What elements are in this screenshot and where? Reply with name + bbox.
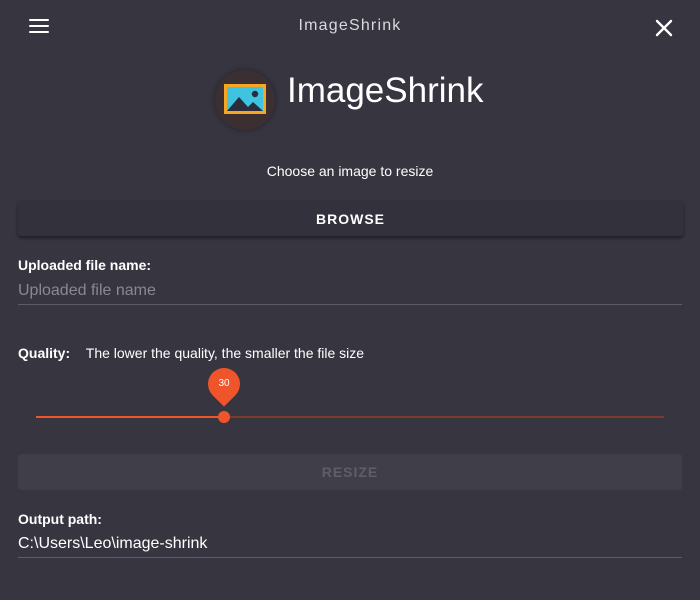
slider-value-label: 30 bbox=[201, 361, 247, 407]
app-window: ImageShrink ImageShrink Choose an image … bbox=[0, 0, 700, 600]
uploaded-file-name-field[interactable] bbox=[18, 278, 682, 305]
close-icon[interactable] bbox=[654, 18, 674, 38]
output-path-label: Output path: bbox=[18, 511, 102, 527]
slider-track bbox=[36, 416, 224, 418]
quality-slider[interactable]: 30 bbox=[36, 361, 664, 432]
slider-thumb[interactable] bbox=[218, 411, 230, 423]
title-bar: ImageShrink bbox=[0, 0, 700, 56]
quality-row: Quality: The lower the quality, the smal… bbox=[18, 345, 364, 361]
instruction-text: Choose an image to resize bbox=[266, 163, 434, 179]
slider-value-text: 30 bbox=[218, 378, 230, 389]
app-heading: ImageShrink bbox=[287, 71, 484, 110]
uploaded-file-label: Uploaded file name: bbox=[18, 257, 152, 273]
image-icon bbox=[224, 84, 266, 114]
window-title: ImageShrink bbox=[298, 17, 402, 34]
resize-button[interactable]: RESIZE bbox=[18, 454, 682, 490]
quality-description: The lower the quality, the smaller the f… bbox=[85, 345, 365, 361]
output-path-field[interactable] bbox=[18, 531, 682, 558]
quality-label: Quality: bbox=[18, 345, 71, 361]
app-logo bbox=[215, 70, 275, 130]
browse-button[interactable]: BROWSE bbox=[18, 201, 683, 236]
